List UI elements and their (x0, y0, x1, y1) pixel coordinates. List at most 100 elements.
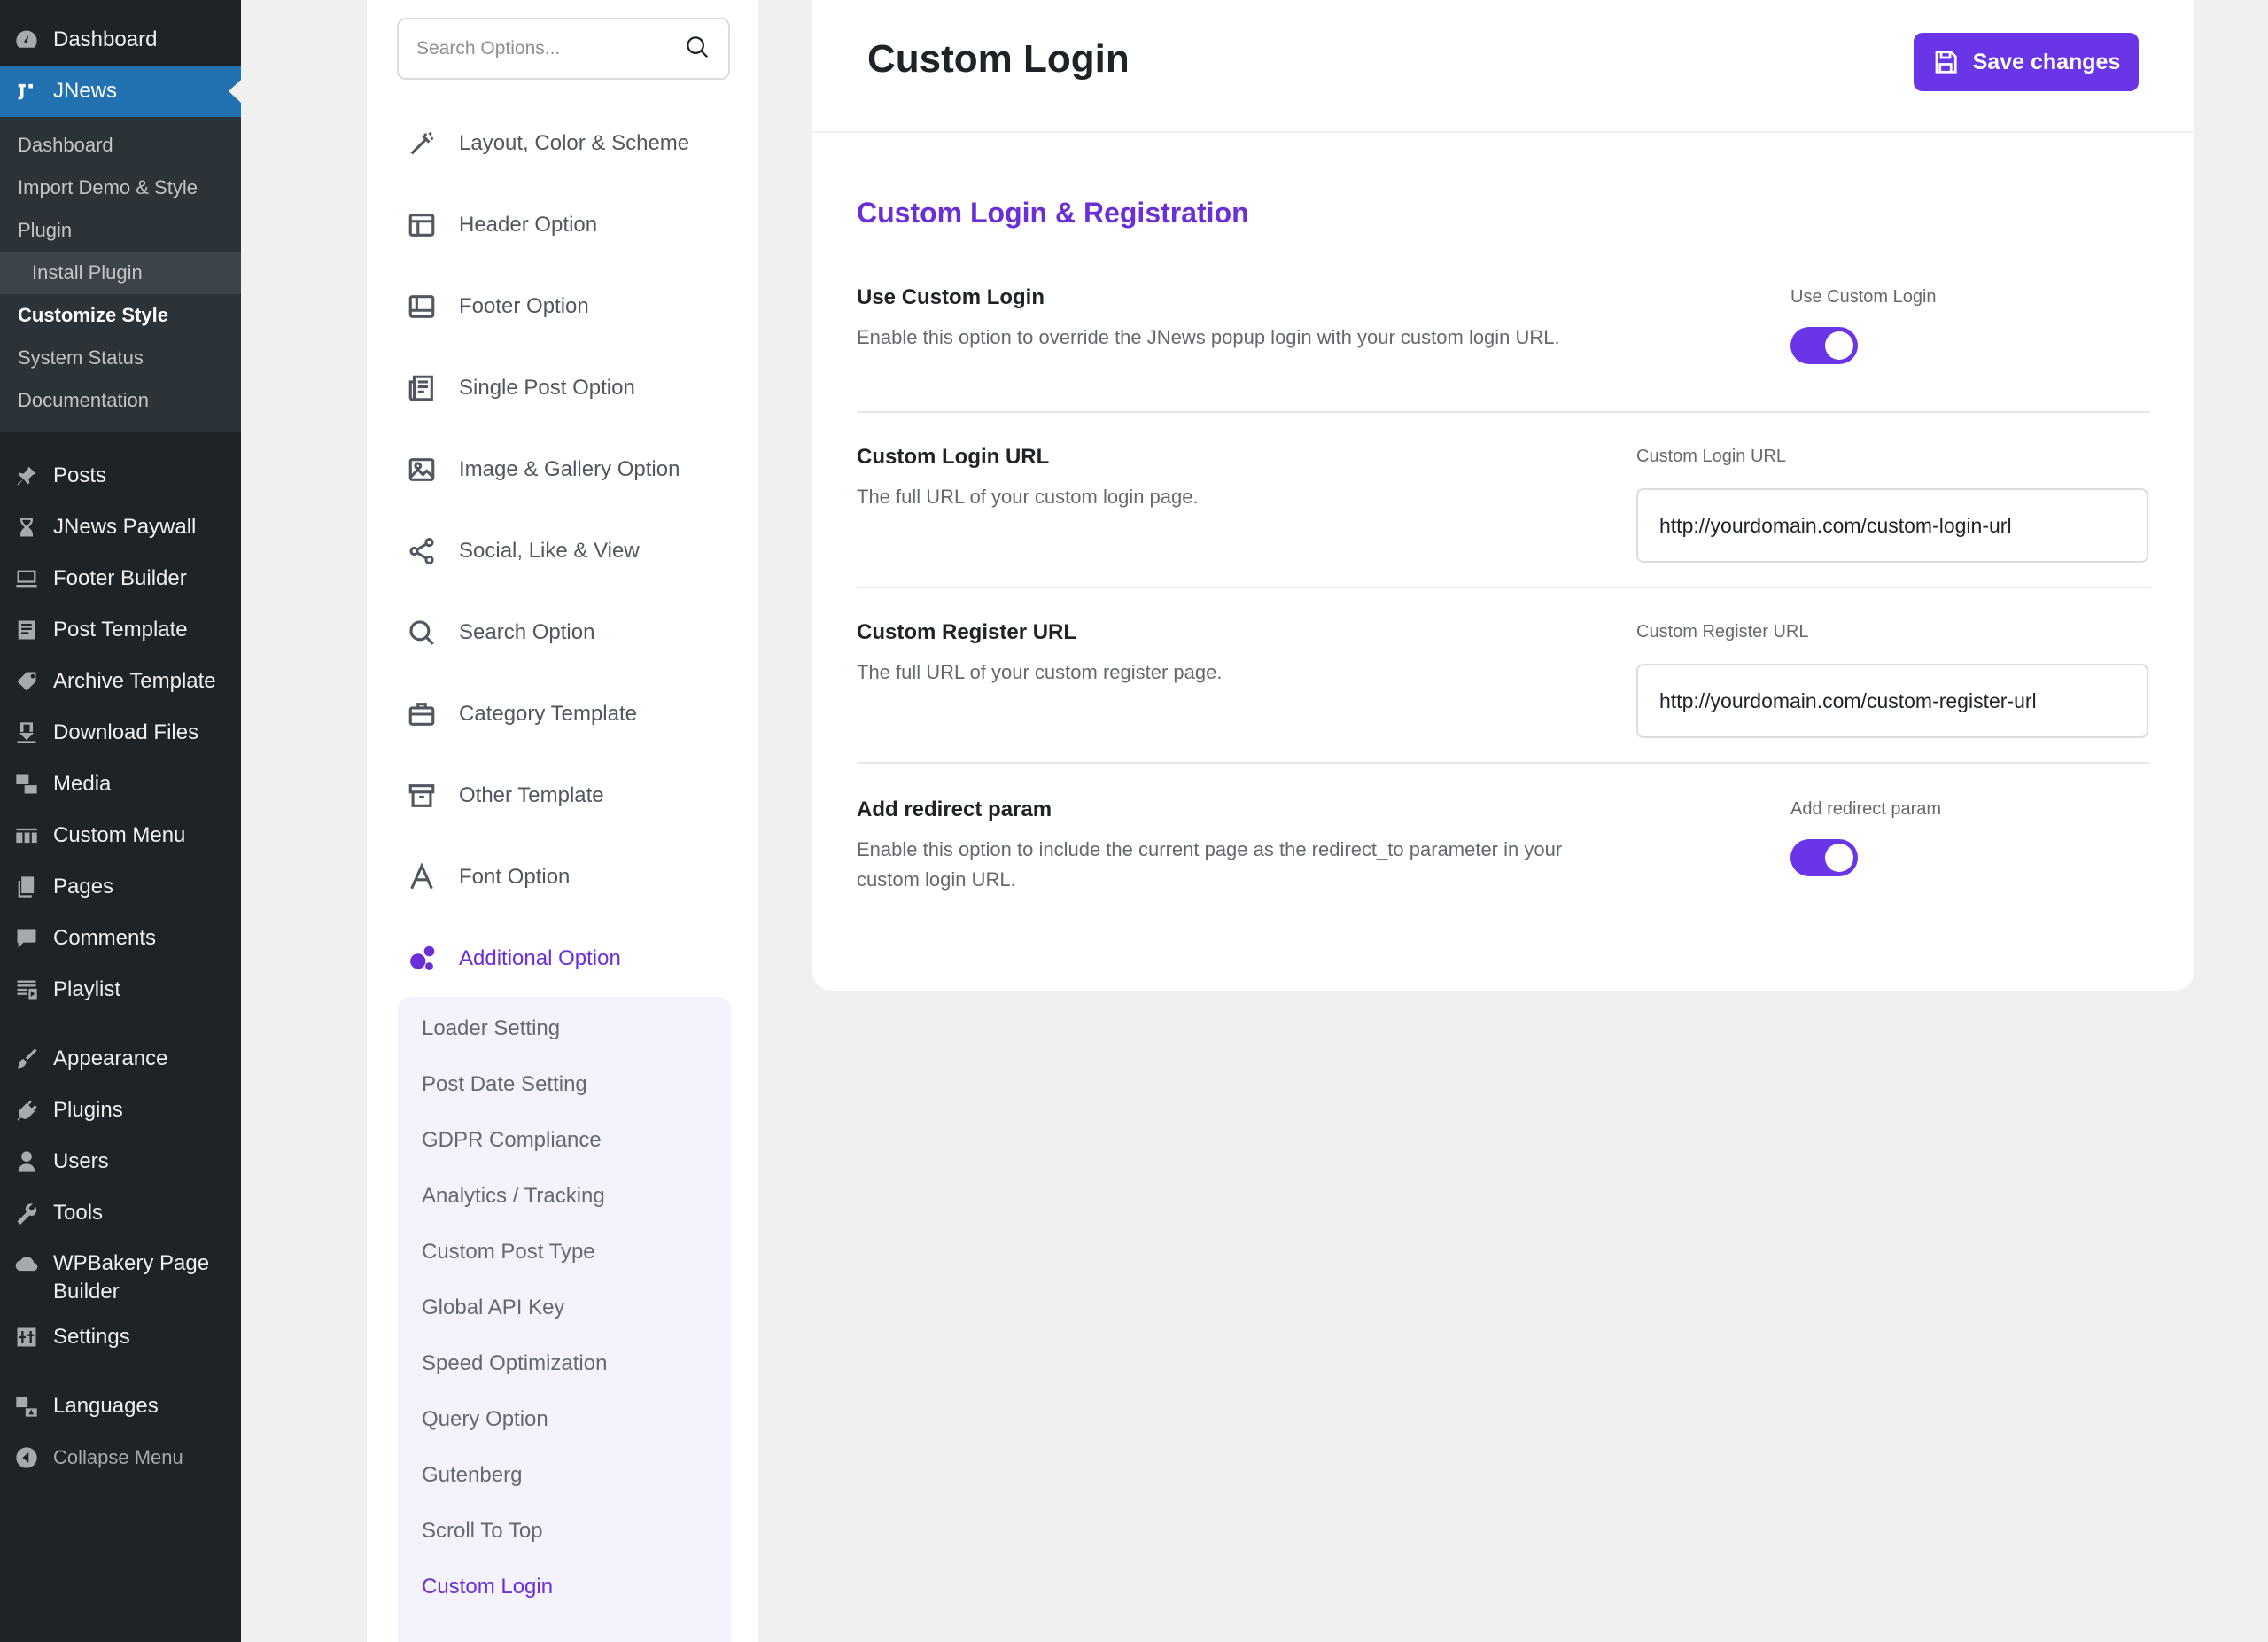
option-additional[interactable]: Additional Option (397, 918, 730, 1000)
option-label: Font Option (459, 865, 571, 889)
setting-description: The full URL of your custom login page. (857, 486, 1199, 508)
additional-option-submenu: Loader Setting Post Date Setting GDPR Co… (398, 997, 731, 1642)
wp-menu-languages[interactable]: Languages (0, 1381, 241, 1432)
user-icon (12, 1148, 41, 1176)
font-icon (406, 861, 438, 893)
save-changes-button[interactable]: Save changes (1914, 33, 2139, 91)
wp-menu-pages[interactable]: Pages (0, 861, 241, 913)
custom-login-url-input[interactable] (1636, 488, 2148, 563)
wp-menu-dashboard[interactable]: Dashboard (0, 14, 241, 66)
option-label: Layout, Color & Scheme (459, 131, 690, 155)
divider (857, 762, 2150, 764)
monitor-icon (12, 564, 41, 593)
option-social-like-view[interactable]: Social, Like & View (397, 510, 730, 592)
submenu-documentation[interactable]: Documentation (0, 379, 241, 422)
wp-menu-label: Appearance (53, 1047, 168, 1070)
option-label: Additional Option (459, 946, 621, 970)
wp-menu-download-files[interactable]: Download Files (0, 707, 241, 759)
wp-menu-custom-menu[interactable]: Custom Menu (0, 810, 241, 861)
sub-global-api-key[interactable]: Global API Key (398, 1280, 731, 1335)
sub-loader-setting[interactable]: Loader Setting (398, 1000, 731, 1056)
submenu-import-demo[interactable]: Import Demo & Style (0, 167, 241, 209)
menu-grid-icon (12, 821, 41, 850)
jnews-submenu: Dashboard Import Demo & Style Plugin Ins… (0, 117, 241, 432)
sub-gdpr-compliance[interactable]: GDPR Compliance (398, 1112, 731, 1168)
control-label: Custom Login URL (1636, 447, 1786, 466)
jnews-icon (12, 77, 41, 105)
sub-gutenberg[interactable]: Gutenberg (398, 1447, 731, 1503)
wp-menu-label: Languages (53, 1394, 159, 1418)
search-options (397, 18, 730, 80)
wp-menu-tools[interactable]: Tools (0, 1187, 241, 1239)
wp-menu-footer-builder[interactable]: Footer Builder (0, 553, 241, 604)
wp-menu-playlist[interactable]: Playlist (0, 964, 241, 1016)
media-icon (12, 770, 41, 798)
layout-footer-icon (406, 291, 438, 323)
wp-menu-jnews[interactable]: JNews (0, 66, 241, 117)
option-label: Footer Option (459, 294, 589, 318)
submenu-install-plugin[interactable]: Install Plugin (0, 252, 241, 294)
wp-menu-comments[interactable]: Comments (0, 913, 241, 964)
sub-post-date-setting[interactable]: Post Date Setting (398, 1056, 731, 1112)
magic-wand-icon (406, 128, 438, 160)
submenu-dashboard[interactable]: Dashboard (0, 124, 241, 167)
wp-menu-post-template[interactable]: Post Template (0, 604, 241, 656)
wp-menu-jnews-paywall[interactable]: JNews Paywall (0, 502, 241, 553)
wp-menu-media[interactable]: Media (0, 759, 241, 810)
comment-icon (12, 924, 41, 953)
wp-menu-label: Pages (53, 875, 114, 899)
wp-menu-settings[interactable]: Settings (0, 1311, 241, 1363)
download-icon (12, 719, 41, 747)
submenu-customize-style[interactable]: Customize Style (0, 294, 241, 337)
wp-menu-plugins[interactable]: Plugins (0, 1085, 241, 1136)
translate-icon (12, 1392, 41, 1420)
wp-collapse-menu[interactable]: Collapse Menu (0, 1432, 241, 1483)
card-header: Custom Login Save changes (812, 0, 2194, 133)
sub-analytics-tracking[interactable]: Analytics / Tracking (398, 1168, 731, 1224)
setting-add-redirect-param: Add redirect param Enable this option to… (857, 798, 2150, 895)
add-redirect-param-toggle[interactable] (1790, 839, 1858, 876)
wp-menu-label: JNews (53, 79, 118, 103)
collapse-arrow-icon (12, 1444, 41, 1472)
sub-custom-login[interactable]: Custom Login (398, 1559, 731, 1615)
option-layout-color-scheme[interactable]: Layout, Color & Scheme (397, 103, 730, 184)
sub-query-option[interactable]: Query Option (398, 1391, 731, 1447)
setting-use-custom-login: Use Custom Login Enable this option to o… (857, 285, 2150, 413)
page-title: Custom Login (867, 37, 1130, 81)
sub-speed-optimization[interactable]: Speed Optimization (398, 1335, 731, 1391)
custom-register-url-input[interactable] (1636, 664, 2148, 738)
settings-sliders-icon (12, 1323, 41, 1351)
search-icon[interactable] (684, 34, 711, 65)
wp-menu-archive-template[interactable]: Archive Template (0, 656, 241, 707)
option-other-template[interactable]: Other Template (397, 755, 730, 837)
setting-custom-register-url: Custom Register URL The full URL of your… (857, 620, 2150, 764)
wp-menu-label: Custom Menu (53, 823, 186, 847)
option-header[interactable]: Header Option (397, 184, 730, 266)
use-custom-login-toggle[interactable] (1790, 327, 1858, 364)
wp-menu-label: Posts (53, 463, 107, 487)
wp-menu-wpbakery[interactable]: WPBakery Page Builder (0, 1239, 241, 1311)
sub-scroll-to-top[interactable]: Scroll To Top (398, 1503, 731, 1559)
option-category-template[interactable]: Category Template (397, 673, 730, 755)
option-font[interactable]: Font Option (397, 837, 730, 918)
divider (857, 411, 2150, 413)
wp-menu-appearance[interactable]: Appearance (0, 1033, 241, 1085)
wrench-icon (12, 1199, 41, 1227)
wp-menu-posts[interactable]: Posts (0, 450, 241, 502)
setting-control: Use Custom Login (1790, 287, 1937, 364)
submenu-system-status[interactable]: System Status (0, 337, 241, 379)
control-label: Custom Register URL (1636, 622, 1809, 642)
briefcase-icon (406, 698, 438, 730)
wp-menu-label: Archive Template (53, 669, 216, 693)
sub-custom-post-type[interactable]: Custom Post Type (398, 1224, 731, 1280)
option-single-post[interactable]: Single Post Option (397, 347, 730, 429)
option-search[interactable]: Search Option (397, 592, 730, 673)
wp-menu-label: Users (53, 1149, 109, 1173)
wp-menu-users[interactable]: Users (0, 1136, 241, 1187)
option-image-gallery[interactable]: Image & Gallery Option (397, 429, 730, 510)
option-footer[interactable]: Footer Option (397, 266, 730, 347)
option-label: Header Option (459, 213, 598, 237)
submenu-plugin[interactable]: Plugin (0, 209, 241, 252)
wp-menu-label: Download Files (53, 720, 199, 744)
search-options-input[interactable] (416, 38, 684, 59)
